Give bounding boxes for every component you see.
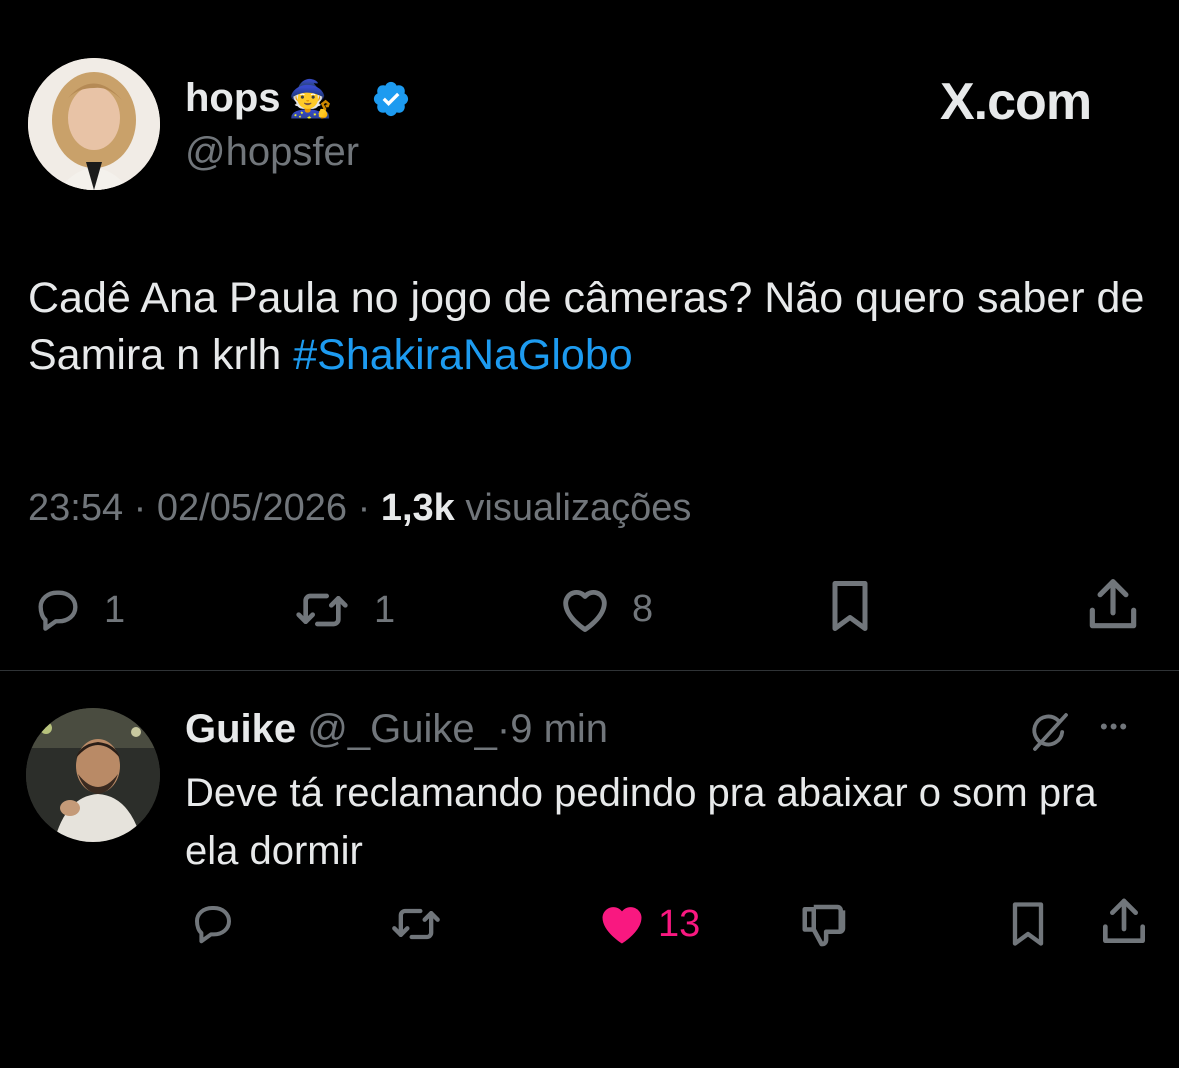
heart-filled-icon xyxy=(602,907,642,944)
views-count: 1,3k xyxy=(380,487,455,529)
heart-icon xyxy=(563,590,607,632)
reply-avatar[interactable] xyxy=(26,708,160,842)
dislike-action[interactable] xyxy=(798,898,852,952)
reply-separator: · xyxy=(496,707,511,751)
like-count: 8 xyxy=(632,588,654,630)
repost-icon xyxy=(296,593,348,627)
reply-like-action[interactable]: 13 xyxy=(594,898,700,950)
thumbs-down-icon xyxy=(802,904,846,947)
author-avatar[interactable] xyxy=(28,58,160,190)
reply-repost-action[interactable] xyxy=(384,898,448,950)
tweet-meta: 23:54 · 02/05/2026 · 1,3k visualizações xyxy=(28,484,691,532)
share-icon xyxy=(1103,898,1145,943)
author-handle[interactable]: @hopsfer xyxy=(185,128,359,176)
share-action[interactable] xyxy=(1082,574,1144,636)
reply-author-handle[interactable]: @_Guike_ xyxy=(307,707,497,751)
repost-icon xyxy=(392,908,440,940)
reply-reply-action[interactable] xyxy=(186,900,240,948)
divider xyxy=(0,670,1179,671)
bookmark-icon xyxy=(1012,902,1044,946)
share-icon xyxy=(1089,579,1137,629)
meta-separator: · xyxy=(133,487,147,529)
repost-action[interactable]: 1 xyxy=(286,582,395,638)
reply-icon xyxy=(38,590,78,631)
meta-separator-2: · xyxy=(357,487,371,529)
reply-text: Deve tá reclamando pedindo pra abaixar o… xyxy=(185,771,1097,873)
more-options-button[interactable]: ••• xyxy=(1100,712,1129,742)
reply-time[interactable]: 9 min xyxy=(510,707,608,751)
reply-action[interactable]: 1 xyxy=(28,584,125,636)
author-name[interactable]: hops xyxy=(185,74,281,122)
reply-like-count: 13 xyxy=(658,903,701,945)
verified-badge-icon xyxy=(371,79,411,119)
reply-bookmark-action[interactable] xyxy=(1002,894,1054,954)
bookmark-action[interactable] xyxy=(820,574,880,638)
bookmark-icon xyxy=(832,581,868,631)
grok-icon[interactable] xyxy=(1024,708,1074,761)
reply-header: Guike @_Guike_·9 min xyxy=(185,706,608,752)
brand-watermark: X.com xyxy=(940,73,1092,131)
like-action[interactable]: 8 xyxy=(554,580,653,638)
wizard-emoji: 🧙 xyxy=(288,78,333,119)
reply-author-name[interactable]: Guike xyxy=(185,707,296,751)
reply-count: 1 xyxy=(104,589,126,631)
reply-share-action[interactable] xyxy=(1096,894,1152,950)
repost-count: 1 xyxy=(374,589,396,631)
tweet-date[interactable]: 02/05/2026 xyxy=(157,487,347,529)
views-label: visualizações xyxy=(465,487,692,529)
reply-icon xyxy=(195,906,231,944)
tweet-time[interactable]: 23:54 xyxy=(28,487,123,529)
tweet-text: Cadê Ana Paula no jogo de câmeras? Não q… xyxy=(28,270,1148,384)
hashtag-link[interactable]: #ShakiraNaGlobo xyxy=(293,331,632,379)
